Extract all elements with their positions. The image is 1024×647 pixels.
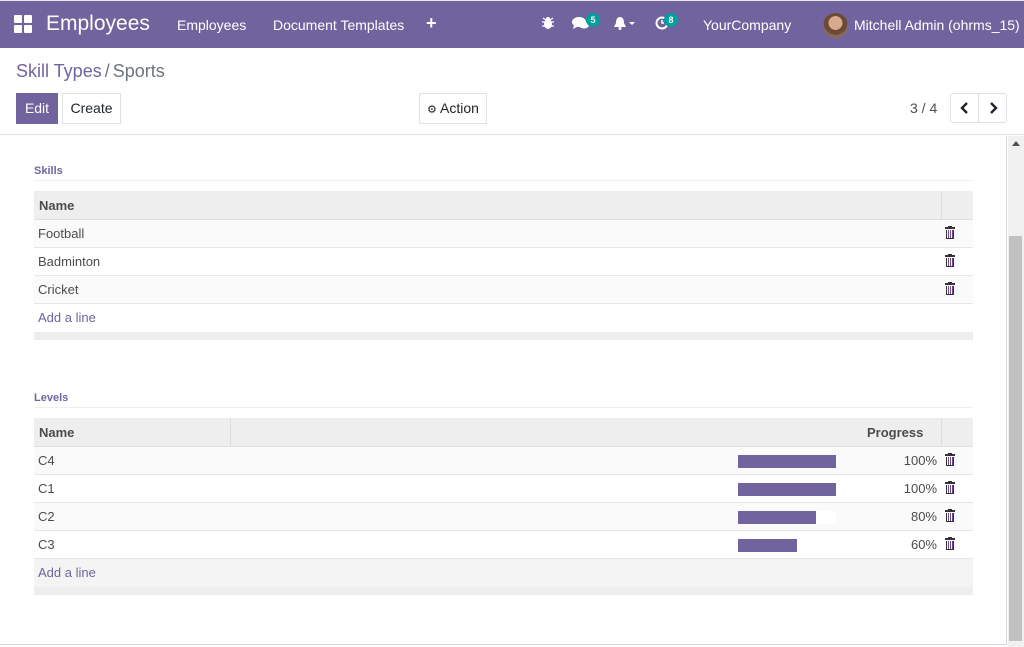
level-name: C1 (38, 481, 55, 496)
edit-button[interactable]: Edit (16, 93, 58, 124)
add-line-row: Add a line (34, 559, 973, 587)
avatar[interactable] (823, 13, 848, 38)
progress-fill (738, 539, 797, 552)
progress-bar (738, 539, 836, 552)
table-row[interactable]: Badminton (34, 248, 973, 276)
progress-bar (738, 511, 836, 524)
levels-divider (34, 407, 973, 408)
table-row[interactable]: C1 100% (34, 475, 973, 503)
levels-table-footer (34, 587, 973, 595)
menu-employees[interactable]: Employees (177, 17, 246, 33)
skills-rows: Football Badminton Cricket (34, 220, 973, 304)
skill-name: Badminton (38, 254, 101, 269)
add-level-line-link[interactable]: Add a line (38, 565, 96, 580)
levels-table-header: Name Progress (34, 418, 973, 447)
column-divider (941, 191, 942, 219)
breadcrumb: Skill Types / Sports (16, 61, 165, 82)
levels-rows: C4 100% C1 100% C2 80% C3 60% (34, 447, 973, 559)
company-switcher[interactable]: YourCompany (703, 17, 791, 33)
progress-value: 100% (903, 453, 937, 468)
bell-icon[interactable] (613, 16, 635, 33)
skills-table-header: Name (34, 191, 973, 220)
level-name: C3 (38, 537, 55, 552)
messages-badge: 5 (586, 13, 600, 27)
column-header-progress[interactable]: Progress (867, 425, 923, 440)
skills-section-title: Skills (34, 165, 63, 177)
trash-icon[interactable] (945, 453, 955, 466)
top-navbar: Employees Employees Document Templates +… (0, 0, 1024, 48)
chevron-left-icon (959, 102, 968, 114)
add-line-row: Add a line (34, 304, 973, 332)
table-row[interactable]: Cricket (34, 276, 973, 304)
level-name: C2 (38, 509, 55, 524)
progress-value: 60% (910, 537, 937, 552)
add-skill-line-link[interactable]: Add a line (38, 310, 96, 325)
skills-table-footer (34, 332, 973, 340)
levels-table: Name Progress C4 100% C1 100% C2 80% C3 … (34, 418, 973, 595)
apps-menu-icon[interactable] (14, 15, 32, 33)
breadcrumb-separator: / (104, 61, 110, 81)
trash-icon[interactable] (945, 282, 955, 295)
trash-icon[interactable] (945, 226, 955, 239)
trash-icon[interactable] (945, 481, 955, 494)
pager-next-button[interactable] (978, 93, 1007, 123)
column-divider (230, 418, 231, 446)
level-name: C4 (38, 453, 55, 468)
progress-value: 80% (910, 509, 937, 524)
gear-icon: ⚙ (427, 104, 437, 116)
action-button[interactable]: ⚙ Action (419, 93, 487, 124)
breadcrumb-skill-types[interactable]: Skill Types (16, 61, 102, 81)
column-header-name[interactable]: Name (39, 198, 74, 213)
table-row[interactable]: C4 100% (34, 447, 973, 475)
action-label: Action (440, 100, 479, 116)
column-divider (941, 418, 942, 446)
levels-section-title: Levels (34, 392, 69, 404)
table-row[interactable]: Football (34, 220, 973, 248)
create-button[interactable]: Create (62, 93, 121, 124)
scrollbar-thumb[interactable] (1009, 236, 1022, 641)
bug-icon[interactable] (541, 16, 555, 33)
pager-previous-button[interactable] (950, 93, 979, 123)
menu-document-templates[interactable]: Document Templates (273, 17, 404, 33)
trash-icon[interactable] (945, 537, 955, 550)
skill-name: Cricket (38, 282, 79, 297)
pager-value[interactable]: 3 / 4 (910, 100, 937, 116)
user-menu[interactable]: Mitchell Admin (ohrms_15) (854, 17, 1020, 33)
table-row[interactable]: C3 60% (34, 531, 973, 559)
progress-fill (738, 455, 836, 468)
skills-table: Name Football Badminton Cricket Add a li… (34, 191, 973, 340)
activities-badge: 8 (664, 13, 678, 27)
vertical-scrollbar[interactable] (1008, 136, 1024, 647)
progress-bar (738, 455, 836, 468)
plus-icon[interactable]: + (426, 13, 437, 34)
trash-icon[interactable] (945, 254, 955, 267)
chevron-right-icon (989, 102, 998, 114)
column-header-name[interactable]: Name (39, 425, 74, 440)
progress-value: 100% (903, 481, 937, 496)
progress-bar (738, 483, 836, 496)
progress-fill (738, 511, 817, 524)
app-title[interactable]: Employees (46, 12, 150, 36)
trash-icon[interactable] (945, 509, 955, 522)
control-panel: Skill Types / Sports Edit Create ⚙ Action … (0, 48, 1024, 135)
skill-name: Football (38, 226, 85, 241)
progress-fill (738, 483, 836, 496)
scroll-up-arrow-icon[interactable] (1012, 141, 1020, 146)
breadcrumb-current: Sports (112, 61, 165, 81)
skills-divider (34, 180, 973, 181)
table-row[interactable]: C2 80% (34, 503, 973, 531)
